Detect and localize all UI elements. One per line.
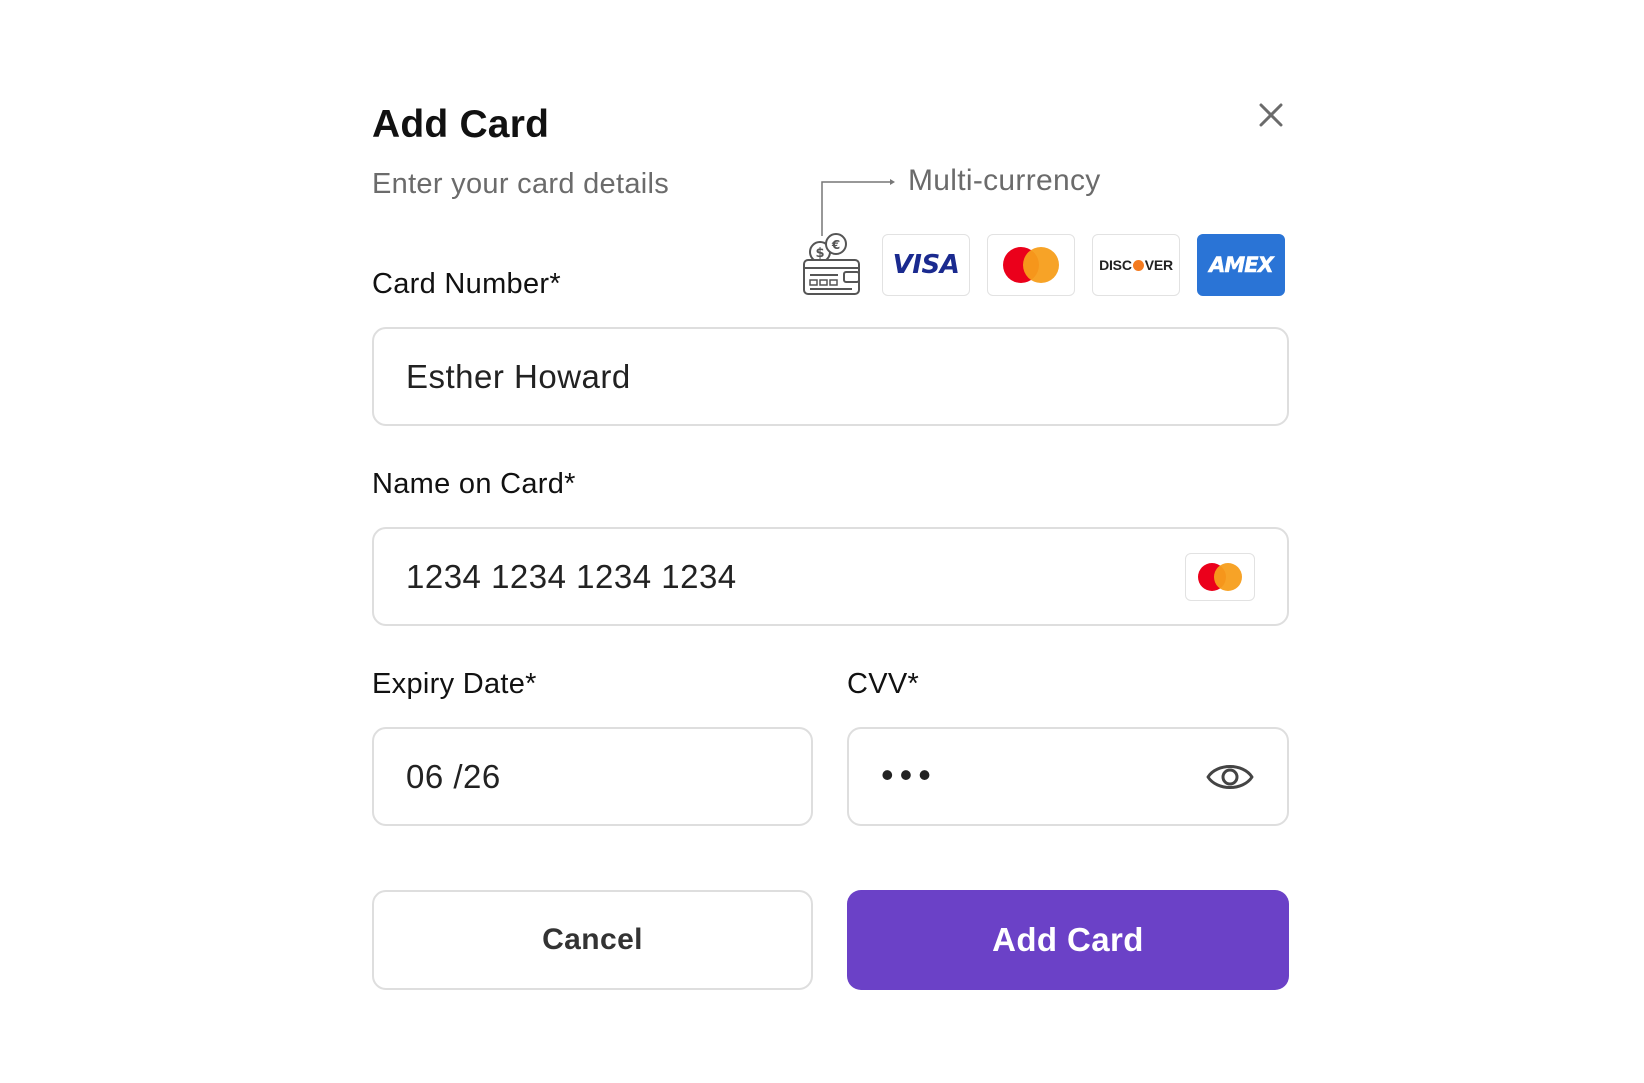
card-number-input[interactable]: Esther Howard: [372, 327, 1289, 426]
expiry-date-label: Expiry Date*: [372, 668, 537, 700]
discover-text-right: VER: [1144, 257, 1173, 273]
discover-text-left: DISC: [1099, 257, 1132, 273]
cancel-button[interactable]: Cancel: [372, 890, 813, 990]
svg-text:€: €: [831, 238, 840, 252]
amex-logo-text: AMEX: [1209, 253, 1274, 278]
discover-logo: DISC VER: [1092, 234, 1180, 296]
card-number-value: Esther Howard: [406, 357, 631, 395]
cvv-value: •••: [881, 753, 937, 795]
cvv-input[interactable]: •••: [847, 727, 1289, 826]
multi-currency-connector: [821, 179, 895, 236]
card-number-label: Card Number*: [372, 268, 561, 300]
cvv-label: CVV*: [847, 668, 920, 700]
visa-logo: VISA: [882, 234, 970, 296]
name-on-card-label: Name on Card*: [372, 468, 576, 500]
discover-dot-icon: [1132, 259, 1144, 271]
detected-card-brand: [1185, 553, 1255, 601]
multi-currency-wallet-icon: $ €: [802, 232, 862, 298]
add-card-dialog: Add Card Enter your card details Multi-c…: [0, 0, 1644, 1083]
dialog-title: Add Card: [372, 103, 550, 146]
multi-currency-label: Multi-currency: [908, 164, 1101, 197]
amex-logo: AMEX: [1197, 234, 1285, 296]
add-card-button[interactable]: Add Card: [847, 890, 1289, 990]
name-on-card-input[interactable]: 1234 1234 1234 1234: [372, 527, 1289, 626]
dialog-subtitle: Enter your card details: [372, 168, 670, 200]
expiry-date-input[interactable]: 06 /26: [372, 727, 813, 826]
svg-text:$: $: [815, 246, 824, 261]
mastercard-icon: [1196, 563, 1244, 591]
eye-icon[interactable]: [1205, 757, 1255, 797]
mastercard-icon: [1001, 247, 1061, 283]
visa-logo-text: VISA: [892, 250, 960, 280]
name-on-card-value: 1234 1234 1234 1234: [406, 557, 737, 595]
close-icon[interactable]: [1254, 98, 1288, 132]
expiry-date-value: 06 /26: [406, 757, 501, 795]
mastercard-logo: [987, 234, 1075, 296]
